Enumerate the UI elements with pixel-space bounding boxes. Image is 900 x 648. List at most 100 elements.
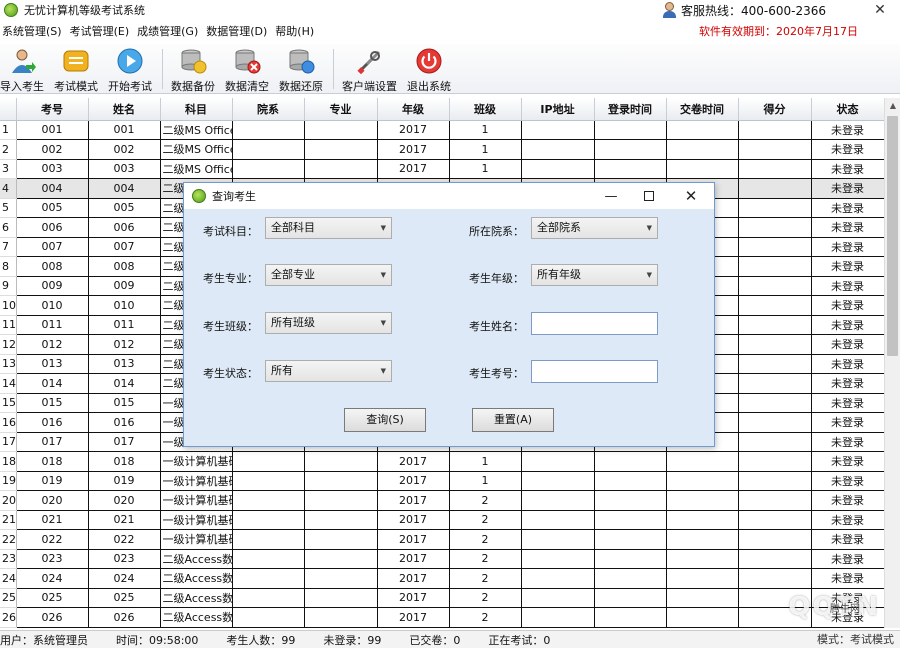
table-cell[interactable]: 013 bbox=[16, 354, 89, 374]
table-cell[interactable]: 2 bbox=[449, 607, 522, 628]
class-select[interactable]: 所有班级 ▼ bbox=[265, 312, 392, 334]
menu-score[interactable]: 成绩管理(G) bbox=[135, 22, 204, 42]
table-cell[interactable]: 025 bbox=[16, 588, 89, 608]
table-cell[interactable] bbox=[738, 529, 812, 550]
table-cell[interactable]: 2017 bbox=[377, 588, 450, 608]
table-cell[interactable]: 2017 bbox=[377, 490, 450, 511]
table-cell[interactable] bbox=[738, 471, 812, 491]
table-row[interactable]: 24024024二级Access数据库20172未登录 bbox=[0, 568, 885, 589]
data-backup-button[interactable]: 数据备份 bbox=[171, 44, 215, 94]
table-cell[interactable]: 019 bbox=[16, 471, 89, 491]
table-cell[interactable]: 未登录 bbox=[811, 237, 885, 257]
table-cell[interactable]: 011 bbox=[88, 315, 161, 335]
exam-mode-button[interactable]: 考试模式 bbox=[54, 44, 98, 94]
table-cell[interactable]: 2 bbox=[449, 529, 522, 550]
start-exam-button[interactable]: 开始考试 bbox=[108, 44, 152, 94]
state-select[interactable]: 所有 ▼ bbox=[265, 360, 392, 382]
table-cell[interactable] bbox=[738, 159, 812, 179]
table-cell[interactable]: 010 bbox=[16, 295, 89, 316]
table-cell[interactable]: 017 bbox=[16, 432, 89, 452]
table-cell[interactable]: 未登录 bbox=[811, 120, 885, 140]
table-cell[interactable]: 018 bbox=[88, 451, 161, 472]
table-cell[interactable]: 020 bbox=[88, 490, 161, 511]
table-cell[interactable]: 未登录 bbox=[811, 159, 885, 179]
table-cell[interactable]: 013 bbox=[88, 354, 161, 374]
table-cell[interactable]: 未登录 bbox=[811, 393, 885, 413]
table-cell[interactable]: 014 bbox=[88, 373, 161, 394]
table-cell[interactable]: 未登录 bbox=[811, 549, 885, 569]
table-cell[interactable]: 未登录 bbox=[811, 490, 885, 511]
table-cell[interactable]: 2017 bbox=[377, 139, 450, 160]
table-cell[interactable]: 未登录 bbox=[811, 529, 885, 550]
table-cell[interactable] bbox=[666, 471, 739, 491]
table-cell[interactable]: 018 bbox=[16, 451, 89, 472]
row-number-header[interactable] bbox=[0, 98, 17, 121]
table-cell[interactable] bbox=[666, 549, 739, 569]
table-cell[interactable]: 021 bbox=[88, 510, 161, 530]
table-row[interactable]: 3 003 003 二级MS Office 2017 1 未登录 bbox=[0, 159, 885, 179]
table-cell[interactable]: 017 bbox=[88, 432, 161, 452]
table-cell[interactable]: 一级计算机基础 bbox=[160, 490, 233, 511]
table-cell[interactable]: 未登录 bbox=[811, 295, 885, 316]
column-header[interactable]: 状态 bbox=[811, 98, 885, 121]
table-cell[interactable]: 2017 bbox=[377, 120, 450, 140]
table-cell[interactable]: 1 bbox=[449, 159, 522, 179]
table-cell[interactable] bbox=[232, 549, 305, 569]
table-cell[interactable] bbox=[738, 334, 812, 355]
table-cell[interactable] bbox=[521, 451, 595, 472]
exit-system-button[interactable]: 退出系统 bbox=[407, 44, 451, 94]
table-cell[interactable] bbox=[738, 217, 812, 238]
column-header[interactable]: 科目 bbox=[160, 98, 233, 121]
table-cell[interactable]: 二级MS Office bbox=[160, 139, 233, 160]
table-row[interactable]: 20 020 020 一级计算机基础 2017 2 未登录 bbox=[0, 490, 885, 511]
table-cell[interactable] bbox=[232, 159, 305, 179]
table-cell[interactable]: 未登录 bbox=[811, 178, 885, 199]
table-cell[interactable]: 023 bbox=[88, 549, 161, 569]
table-cell[interactable] bbox=[738, 256, 812, 277]
table-row[interactable]: 2 002 002 二级MS Office 2017 1 未登录 bbox=[0, 139, 885, 160]
table-cell[interactable]: 2 bbox=[449, 510, 522, 530]
table-cell[interactable] bbox=[738, 549, 812, 569]
table-cell[interactable]: 011 bbox=[16, 315, 89, 335]
dialog-title-bar[interactable]: 查询考生 — ✕ bbox=[184, 183, 714, 209]
import-students-button[interactable]: 导入考生 bbox=[0, 44, 44, 94]
table-cell[interactable]: 002 bbox=[16, 139, 89, 160]
table-cell[interactable] bbox=[594, 451, 667, 472]
table-cell[interactable] bbox=[232, 471, 305, 491]
table-cell[interactable] bbox=[594, 607, 667, 628]
table-cell[interactable] bbox=[521, 120, 595, 140]
table-cell[interactable] bbox=[304, 607, 378, 628]
table-cell[interactable]: 016 bbox=[16, 412, 89, 433]
data-restore-button[interactable]: 数据还原 bbox=[279, 44, 323, 94]
table-cell[interactable] bbox=[304, 451, 378, 472]
table-cell[interactable] bbox=[521, 139, 595, 160]
query-button[interactable]: 查询(S) bbox=[344, 408, 426, 432]
table-cell[interactable]: 004 bbox=[16, 178, 89, 199]
table-cell[interactable]: 未登录 bbox=[811, 354, 885, 374]
dialog-close-button[interactable]: ✕ bbox=[676, 183, 706, 209]
table-cell[interactable] bbox=[594, 588, 667, 608]
table-cell[interactable] bbox=[666, 607, 739, 628]
table-cell[interactable]: 001 bbox=[16, 120, 89, 140]
table-cell[interactable] bbox=[304, 588, 378, 608]
table-cell[interactable]: 2017 bbox=[377, 529, 450, 550]
table-cell[interactable] bbox=[738, 237, 812, 257]
table-cell[interactable] bbox=[738, 120, 812, 140]
column-header[interactable]: 考号 bbox=[16, 98, 89, 121]
table-cell[interactable] bbox=[594, 549, 667, 569]
table-row[interactable]: 25025025二级Access数据库20172未登录 bbox=[0, 588, 885, 608]
table-cell[interactable]: 1 bbox=[449, 471, 522, 491]
table-cell[interactable] bbox=[232, 139, 305, 160]
table-cell[interactable] bbox=[232, 120, 305, 140]
table-cell[interactable]: 004 bbox=[88, 178, 161, 199]
menu-data[interactable]: 数据管理(D) bbox=[204, 22, 273, 42]
table-cell[interactable]: 2017 bbox=[377, 607, 450, 628]
department-select[interactable]: 全部院系 ▼ bbox=[531, 217, 658, 239]
table-cell[interactable] bbox=[594, 120, 667, 140]
scroll-thumb[interactable] bbox=[887, 116, 898, 356]
table-cell[interactable]: 2 bbox=[449, 568, 522, 589]
table-cell[interactable] bbox=[304, 159, 378, 179]
table-cell[interactable] bbox=[304, 510, 378, 530]
table-cell[interactable]: 012 bbox=[88, 334, 161, 355]
table-cell[interactable]: 一级计算机基础 bbox=[160, 529, 233, 550]
